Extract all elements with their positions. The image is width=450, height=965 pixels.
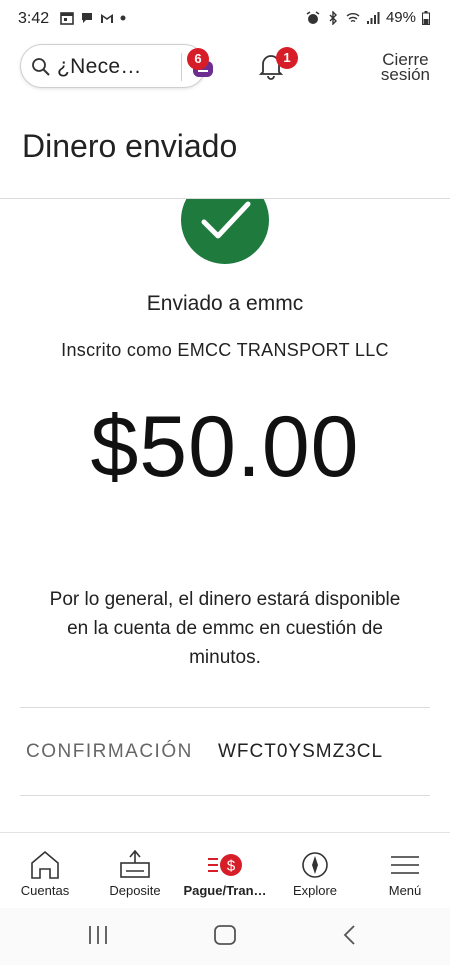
nav-label: Pague/Tran… bbox=[183, 883, 267, 898]
amount-sent: $50.00 bbox=[90, 399, 360, 495]
nav-item-menu[interactable]: Menú bbox=[360, 833, 450, 909]
status-time: 3:42 bbox=[18, 10, 50, 27]
availability-note: Por lo general, el dinero estará disponi… bbox=[49, 589, 401, 668]
nav-item-explore[interactable]: Explore bbox=[270, 833, 360, 909]
nav-item-cuentas[interactable]: Cuentas bbox=[0, 833, 90, 909]
bluetooth-icon bbox=[329, 10, 337, 25]
confirmation-code: WFCT0YSMZ3CL bbox=[218, 741, 384, 762]
enrolled-as-text: Inscrito como EMCC TRANSPORT LLC bbox=[61, 340, 389, 360]
chat-icon bbox=[82, 13, 92, 23]
confirmation-label: CONFIRMACIÓN bbox=[26, 741, 193, 762]
search-icon bbox=[32, 58, 50, 76]
bottom-nav: Cuentas Deposite $ Pague/Tran… Explore M… bbox=[0, 832, 450, 909]
hamburger-menu-icon bbox=[391, 856, 419, 874]
search-input[interactable]: ¿Nece… bbox=[57, 55, 142, 79]
status-bar: 3:42 49% bbox=[0, 0, 450, 38]
logout-button[interactable]: Cierre sesión bbox=[380, 51, 430, 84]
system-nav-bar bbox=[0, 908, 450, 965]
notification-badge: 1 bbox=[276, 47, 298, 69]
logout-label-line2: sesión bbox=[380, 65, 430, 84]
pay-transfer-icon: $ bbox=[208, 854, 242, 876]
fargo-badge: 6 bbox=[187, 48, 209, 70]
search-bar[interactable]: ¿Nece… 6 bbox=[20, 44, 213, 88]
sent-to-text: Enviado a emmc bbox=[146, 292, 304, 315]
mask bbox=[170, 160, 280, 198]
compass-icon bbox=[302, 852, 328, 878]
nav-label: Cuentas bbox=[20, 883, 70, 898]
home-icon[interactable] bbox=[213, 924, 237, 946]
house-icon bbox=[31, 850, 59, 879]
checkmark-icon bbox=[201, 201, 251, 239]
back-icon[interactable] bbox=[340, 923, 360, 947]
alarm-icon bbox=[306, 10, 320, 24]
calendar-icon bbox=[60, 12, 74, 25]
nav-label: Menú bbox=[388, 883, 422, 898]
wifi-icon bbox=[346, 12, 360, 22]
divider bbox=[20, 707, 430, 708]
system-status-icons: 49% bbox=[306, 9, 430, 26]
gmail-icon bbox=[101, 14, 113, 23]
notification-icons bbox=[60, 11, 126, 25]
battery-percent: 49% bbox=[385, 9, 416, 26]
divider bbox=[181, 53, 182, 81]
recent-apps-icon[interactable] bbox=[86, 924, 110, 946]
nav-label: Explore bbox=[292, 883, 338, 898]
signal-icon bbox=[366, 11, 380, 24]
svg-text:$: $ bbox=[227, 858, 236, 875]
deposit-icon bbox=[120, 849, 150, 878]
nav-item-deposite[interactable]: Deposite bbox=[90, 833, 180, 909]
nav-item-pague-transfiera[interactable]: $ Pague/Tran… bbox=[180, 833, 270, 909]
app-header: ¿Nece… 6 1 Cierre sesión bbox=[0, 40, 450, 96]
battery-icon bbox=[422, 10, 430, 25]
dot-icon bbox=[120, 15, 126, 21]
divider bbox=[20, 795, 430, 796]
nav-label: Deposite bbox=[109, 883, 161, 898]
